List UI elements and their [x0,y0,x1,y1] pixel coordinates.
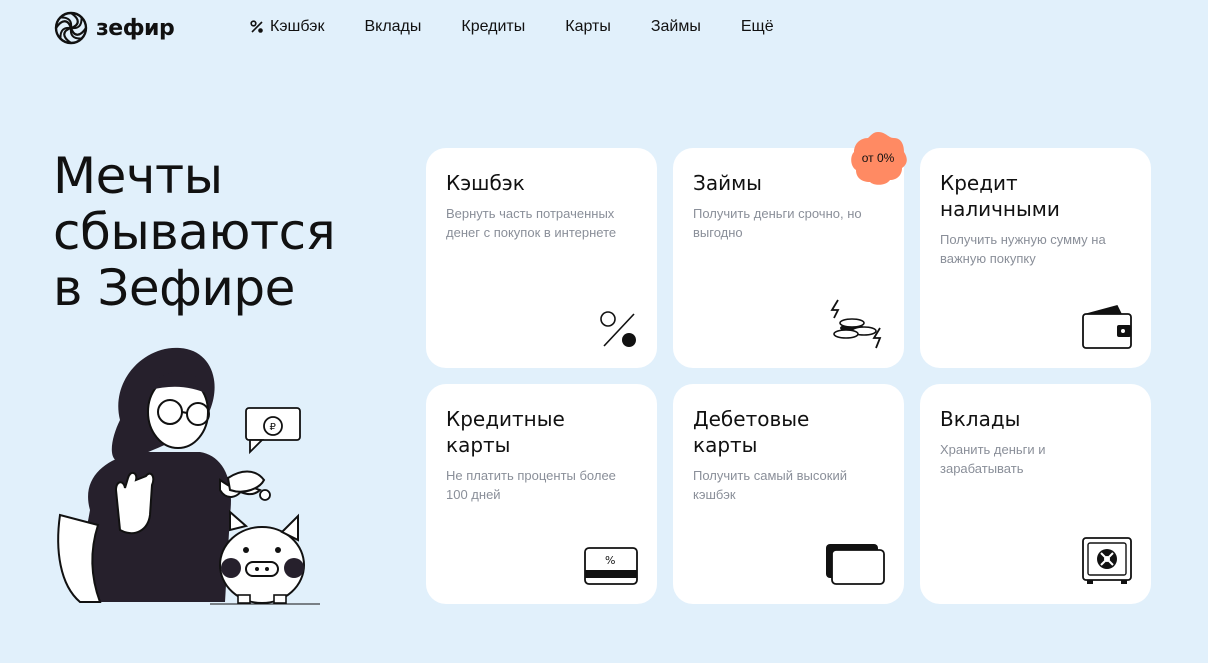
card-loans[interactable]: от 0% Займы Получить деньги срочно, но в… [673,132,907,368]
hero-title: Мечты сбываются в Зефире [53,148,393,316]
nav-item-deposits[interactable]: Вклады [364,18,421,36]
card-desc: Получить самый высокий кэшбэк [693,468,847,502]
cards-icon [826,544,885,585]
card-desc: Вернуть часть потраченных денег с покупо… [446,206,617,240]
nav-item-label: Карты [565,18,611,35]
card-cashback[interactable]: Кэшбэк Вернуть часть потраченных денег с… [426,148,657,368]
card-title: Вклады [940,407,1021,431]
badge-label: от 0% [861,151,895,165]
logo-text: зефир [96,15,175,41]
nav-item-credits[interactable]: Кредиты [461,18,525,36]
card-cash-credit[interactable]: Кредит наличными Получить нужную сумму н… [920,148,1151,368]
card-desc: Получить деньги срочно, но выгодно [693,206,862,240]
card-deposits[interactable]: Вклады Хранить деньги и зарабатывать [920,384,1151,604]
svg-text:₽: ₽ [270,422,277,433]
nav-item-label: Ещё [740,18,774,35]
woman-piggy-bank-illustration: ₽ [57,347,320,605]
card-desc: Хранить деньги и зарабатывать [940,442,1046,476]
nav-item-more[interactable]: Ещё [741,18,774,36]
card-title: Займы [693,171,762,195]
rate-badge: от 0% [848,130,908,186]
card-desc: Получить нужную сумму на важную покупку [940,232,1106,266]
main-nav: Кэшбэк Вклады Кредиты Карты Займы Ещё [250,18,774,36]
wallet-icon [1082,305,1132,349]
card-credit-cards[interactable]: Кредитные карты Не платить проценты боле… [426,384,657,604]
product-grid: Кэшбэк Вернуть часть потраченных денег с… [426,132,1152,604]
percent-icon [600,311,636,347]
nav-item-cashback[interactable]: Кэшбэк [250,18,324,36]
card-desc: Не платить проценты более 100 дней [446,468,616,502]
coins-icon [830,299,882,349]
logo-swirl-icon [54,11,88,45]
nav-item-label: Кэшбэк [270,18,325,35]
safe-icon [1082,537,1132,584]
header: зефир Кэшбэк Вклады Кредиты Карты Займы … [0,0,1208,56]
nav-item-label: Вклады [364,18,422,35]
nav-item-label: Кредиты [461,18,526,35]
percent-icon [250,20,263,33]
svg-text:%: % [605,554,615,567]
card-title: Кредитные карты [446,407,565,457]
hero-title-line: в Зефире [53,259,295,317]
nav-item-loans[interactable]: Займы [651,18,701,36]
logo[interactable]: зефир [54,11,175,45]
card-debit-cards[interactable]: Дебетовые карты Получить самый высокий к… [673,384,904,604]
card-title: Дебетовые карты [693,407,810,457]
hero-title-line: сбываются [53,203,336,261]
nav-item-label: Займы [650,18,701,35]
hero-title-line: Мечты [53,147,223,205]
card-title: Кредит наличными [940,171,1060,221]
nav-item-cards[interactable]: Карты [565,18,611,36]
card-title: Кэшбэк [446,171,525,195]
credit-card-icon: % [584,547,638,585]
